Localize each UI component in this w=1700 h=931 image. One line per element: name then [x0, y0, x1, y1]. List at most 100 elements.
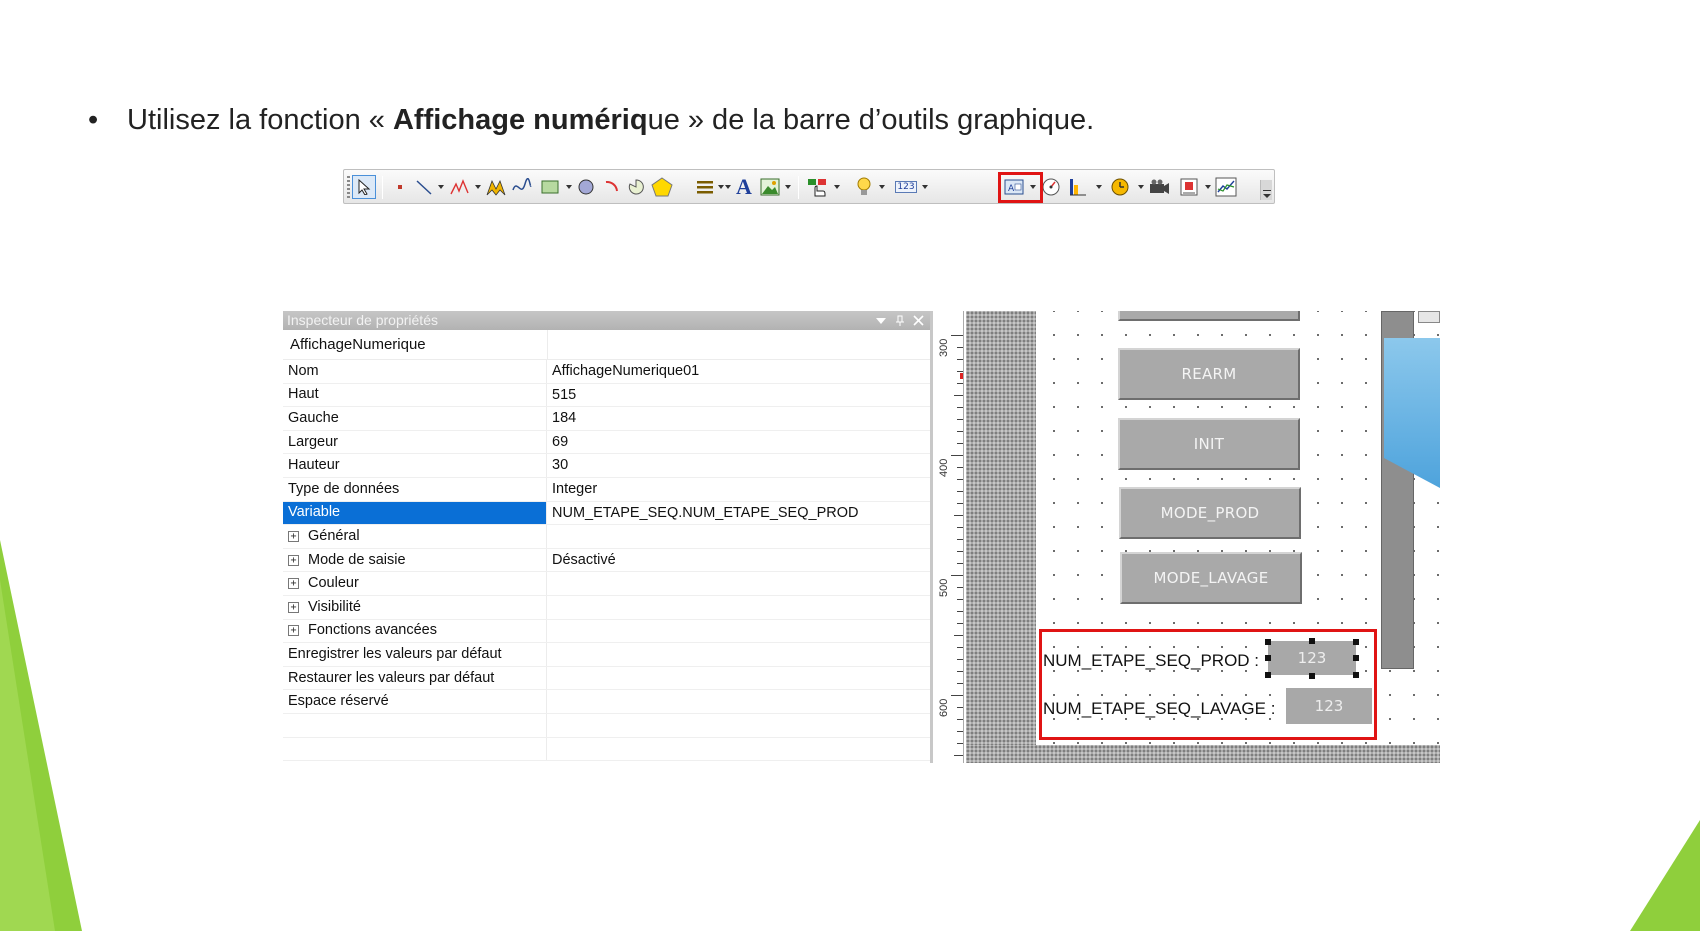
property-row[interactable]: Nom AffichageNumerique01 — [283, 360, 930, 384]
num-etape-seq-prod-display[interactable]: 123 — [1268, 641, 1356, 675]
toolbar-overflow-chevron-icon[interactable] — [1260, 180, 1272, 200]
property-value[interactable] — [547, 596, 930, 619]
dropdown-icon[interactable] — [875, 316, 887, 326]
property-row[interactable]: Gauche 184 — [283, 407, 930, 431]
pin-icon[interactable] — [895, 315, 905, 327]
line-icon[interactable] — [412, 175, 436, 199]
num-etape-seq-lavage-display[interactable]: 123 — [1286, 688, 1372, 724]
property-row[interactable]: + Général — [283, 525, 930, 549]
property-value[interactable] — [547, 525, 930, 548]
property-row[interactable]: Haut 515 — [283, 383, 930, 408]
ruler-label: 500 — [938, 578, 950, 597]
rectangle-icon[interactable] — [538, 175, 562, 199]
clock-icon[interactable] — [1108, 175, 1132, 199]
button-icon[interactable] — [806, 175, 830, 199]
design-canvas[interactable]: REARM INIT MODE_PROD MODE_LAVAGE NUM_ETA… — [1036, 311, 1440, 745]
expand-plus-icon[interactable]: + — [288, 554, 299, 566]
polyline-icon[interactable] — [448, 175, 472, 199]
property-row[interactable]: Hauteur 30 — [283, 454, 930, 478]
light-bulb-dropdown-chevron-icon[interactable] — [879, 185, 885, 189]
ruler-tick — [957, 743, 963, 744]
selection-handle[interactable] — [1265, 655, 1271, 661]
ruler-label: 400 — [938, 458, 950, 477]
lines-style-icon[interactable] — [693, 175, 717, 199]
expand-plus-icon[interactable]: + — [288, 625, 299, 637]
ellipse-icon[interactable] — [574, 175, 598, 199]
report-icon[interactable] — [1177, 175, 1201, 199]
property-row[interactable]: Largeur 69 — [283, 430, 930, 455]
arc-icon[interactable] — [600, 175, 624, 199]
lines-style-dropdown-chevron-icon[interactable] — [718, 185, 724, 189]
property-value[interactable]: Integer — [547, 478, 930, 501]
selection-handle[interactable] — [1265, 639, 1271, 645]
property-value[interactable]: AffichageNumerique01 — [547, 360, 930, 383]
property-row[interactable]: Enregistrer les valeurs par défaut — [283, 643, 930, 667]
mode-prod-button[interactable]: MODE_PROD — [1119, 487, 1301, 539]
light-bulb-icon[interactable] — [852, 175, 876, 199]
property-row[interactable]: + Fonctions avancées — [283, 619, 930, 644]
camera-icon[interactable] — [1147, 175, 1171, 199]
property-value[interactable]: 184 — [547, 407, 930, 430]
polygon-dropdown-chevron-icon[interactable] — [725, 185, 731, 189]
trend-icon[interactable] — [1214, 175, 1238, 199]
numeric-display-dropdown-chevron-icon[interactable] — [922, 185, 928, 189]
empty-cell — [283, 737, 547, 761]
property-value[interactable] — [547, 667, 930, 690]
selection-handle[interactable] — [1353, 639, 1359, 645]
selection-handle[interactable] — [1353, 672, 1359, 678]
property-row[interactable]: Restaurer les valeurs par défaut — [283, 666, 930, 691]
ruler-tick — [957, 671, 963, 672]
expand-plus-icon[interactable]: + — [288, 601, 299, 613]
property-value[interactable] — [547, 643, 930, 666]
tank-top-element — [1418, 311, 1440, 323]
bargraph-dropdown-chevron-icon[interactable] — [1096, 185, 1102, 189]
numeric-display-icon[interactable]: 123 — [894, 175, 918, 199]
property-value[interactable] — [547, 572, 930, 595]
polygon-icon[interactable] — [650, 175, 674, 199]
property-value[interactable] — [547, 690, 930, 713]
property-key: Espace réservé — [283, 690, 547, 713]
select-arrow-icon[interactable] — [352, 175, 376, 199]
report-dropdown-chevron-icon[interactable] — [1205, 185, 1211, 189]
bargraph-icon[interactable] — [1066, 175, 1090, 199]
curve-icon[interactable] — [510, 175, 534, 199]
button-dropdown-chevron-icon[interactable] — [834, 185, 840, 189]
property-value[interactable]: 69 — [547, 431, 930, 454]
property-value[interactable] — [547, 620, 930, 643]
property-key-text: Haut — [288, 386, 319, 403]
selection-handle[interactable] — [1309, 638, 1315, 644]
rectangle-dropdown-chevron-icon[interactable] — [566, 185, 572, 189]
property-row[interactable]: + Couleur — [283, 572, 930, 596]
selection-handle[interactable] — [1309, 673, 1315, 679]
pie-icon[interactable] — [624, 175, 648, 199]
partial-top-button[interactable] — [1118, 311, 1300, 321]
property-row[interactable]: Espace réservé — [283, 690, 930, 714]
property-row[interactable]: + Mode de saisie Désactivé — [283, 548, 930, 573]
toolbar-grip[interactable] — [347, 176, 350, 198]
init-button[interactable]: INIT — [1118, 418, 1300, 470]
zigzag-icon[interactable] — [484, 175, 508, 199]
rearm-button[interactable]: REARM — [1118, 348, 1300, 400]
property-row[interactable]: Type de données Integer — [283, 477, 930, 502]
expand-plus-icon[interactable]: + — [288, 530, 299, 542]
image-icon[interactable] — [758, 175, 782, 199]
image-dropdown-chevron-icon[interactable] — [785, 185, 791, 189]
clock-dropdown-chevron-icon[interactable] — [1138, 185, 1144, 189]
mode-lavage-button[interactable]: MODE_LAVAGE — [1120, 552, 1302, 604]
property-value[interactable]: 515 — [547, 384, 930, 407]
point-icon[interactable] — [388, 175, 412, 199]
polyline-dropdown-chevron-icon[interactable] — [475, 185, 481, 189]
property-key: + Mode de saisie — [283, 548, 547, 572]
line-dropdown-chevron-icon[interactable] — [438, 185, 444, 189]
expand-plus-icon[interactable]: + — [288, 578, 299, 590]
property-row[interactable]: Variable NUM_ETAPE_SEQ.NUM_ETAPE_SEQ_PROD — [283, 501, 930, 526]
property-key: + Fonctions avancées — [283, 619, 547, 643]
selection-handle[interactable] — [1353, 655, 1359, 661]
property-row[interactable]: + Visibilité — [283, 595, 930, 620]
selection-handle[interactable] — [1265, 672, 1271, 678]
property-value[interactable]: Désactivé — [547, 549, 930, 572]
property-value[interactable]: 30 — [547, 454, 930, 477]
text-icon[interactable]: A — [732, 174, 756, 199]
close-icon[interactable] — [913, 315, 924, 326]
property-value[interactable]: NUM_ETAPE_SEQ.NUM_ETAPE_SEQ_PROD — [547, 502, 930, 525]
